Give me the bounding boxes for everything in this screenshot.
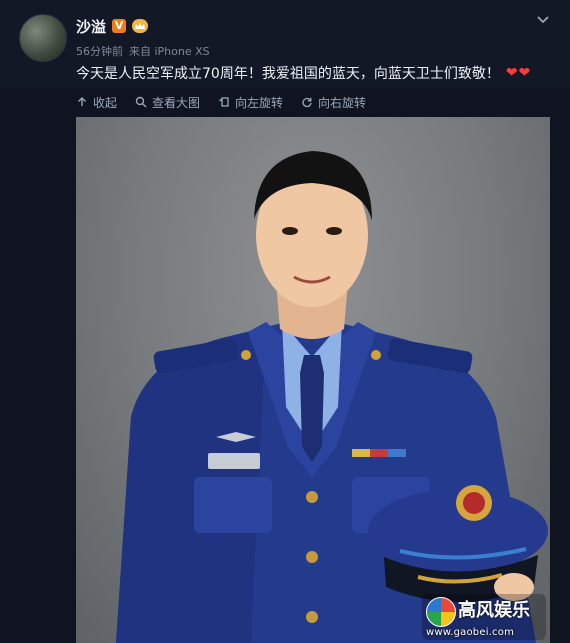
- collapse-up-icon: [78, 97, 86, 106]
- magnify-icon: [135, 96, 147, 108]
- post-meta: 56分钟前 来自 iPhone XS: [76, 43, 210, 59]
- rotate-left-button[interactable]: 向左旋转: [218, 94, 283, 111]
- watermark-logo-icon: [426, 597, 456, 627]
- watermark-brand: 高风娱乐: [458, 600, 530, 621]
- hearts-emoji: ❤❤: [505, 65, 532, 81]
- rotate-left-icon: [219, 97, 229, 107]
- rotate-right-label: 向右旋转: [318, 95, 367, 110]
- post-text: 今天是人民空军成立70周年！我爱祖国的蓝天，向蓝天卫士们致敬！ ❤❤: [76, 63, 531, 83]
- collapse-button[interactable]: 收起: [76, 94, 117, 111]
- avatar[interactable]: [19, 14, 67, 62]
- user-row: 沙溢 V: [76, 15, 149, 37]
- portrait-illustration: [116, 151, 548, 643]
- rotate-right-icon: [302, 97, 312, 108]
- username[interactable]: 沙溢: [76, 16, 106, 37]
- post-source: 来自 iPhone XS: [129, 45, 210, 58]
- crown-badge-icon: [132, 19, 149, 33]
- watermark-url: www.gaobei.com: [426, 627, 515, 638]
- watermark: 高风娱乐 www.gaobei.com: [422, 594, 546, 640]
- view-large-button[interactable]: 查看大图: [135, 94, 200, 111]
- rotate-left-label: 向左旋转: [235, 95, 284, 110]
- post-time[interactable]: 56分钟前: [76, 43, 123, 59]
- post-image[interactable]: 高风娱乐 www.gaobei.com: [76, 117, 550, 643]
- chevron-down-icon[interactable]: [534, 10, 552, 28]
- verified-v-icon: V: [112, 19, 127, 33]
- post-body: 今天是人民空军成立70周年！我爱祖国的蓝天，向蓝天卫士们致敬！: [76, 66, 500, 82]
- post-header: 沙溢 V 56分钟前 来自 iPhone XS 今天是人民空军成立70周年！我爱…: [0, 0, 570, 88]
- rotate-right-button[interactable]: 向右旋转: [301, 94, 366, 111]
- image-toolbar: 收起 查看大图 向左旋转 向右旋转: [0, 88, 570, 116]
- view-large-label: 查看大图: [152, 95, 201, 110]
- collapse-label: 收起: [93, 95, 118, 110]
